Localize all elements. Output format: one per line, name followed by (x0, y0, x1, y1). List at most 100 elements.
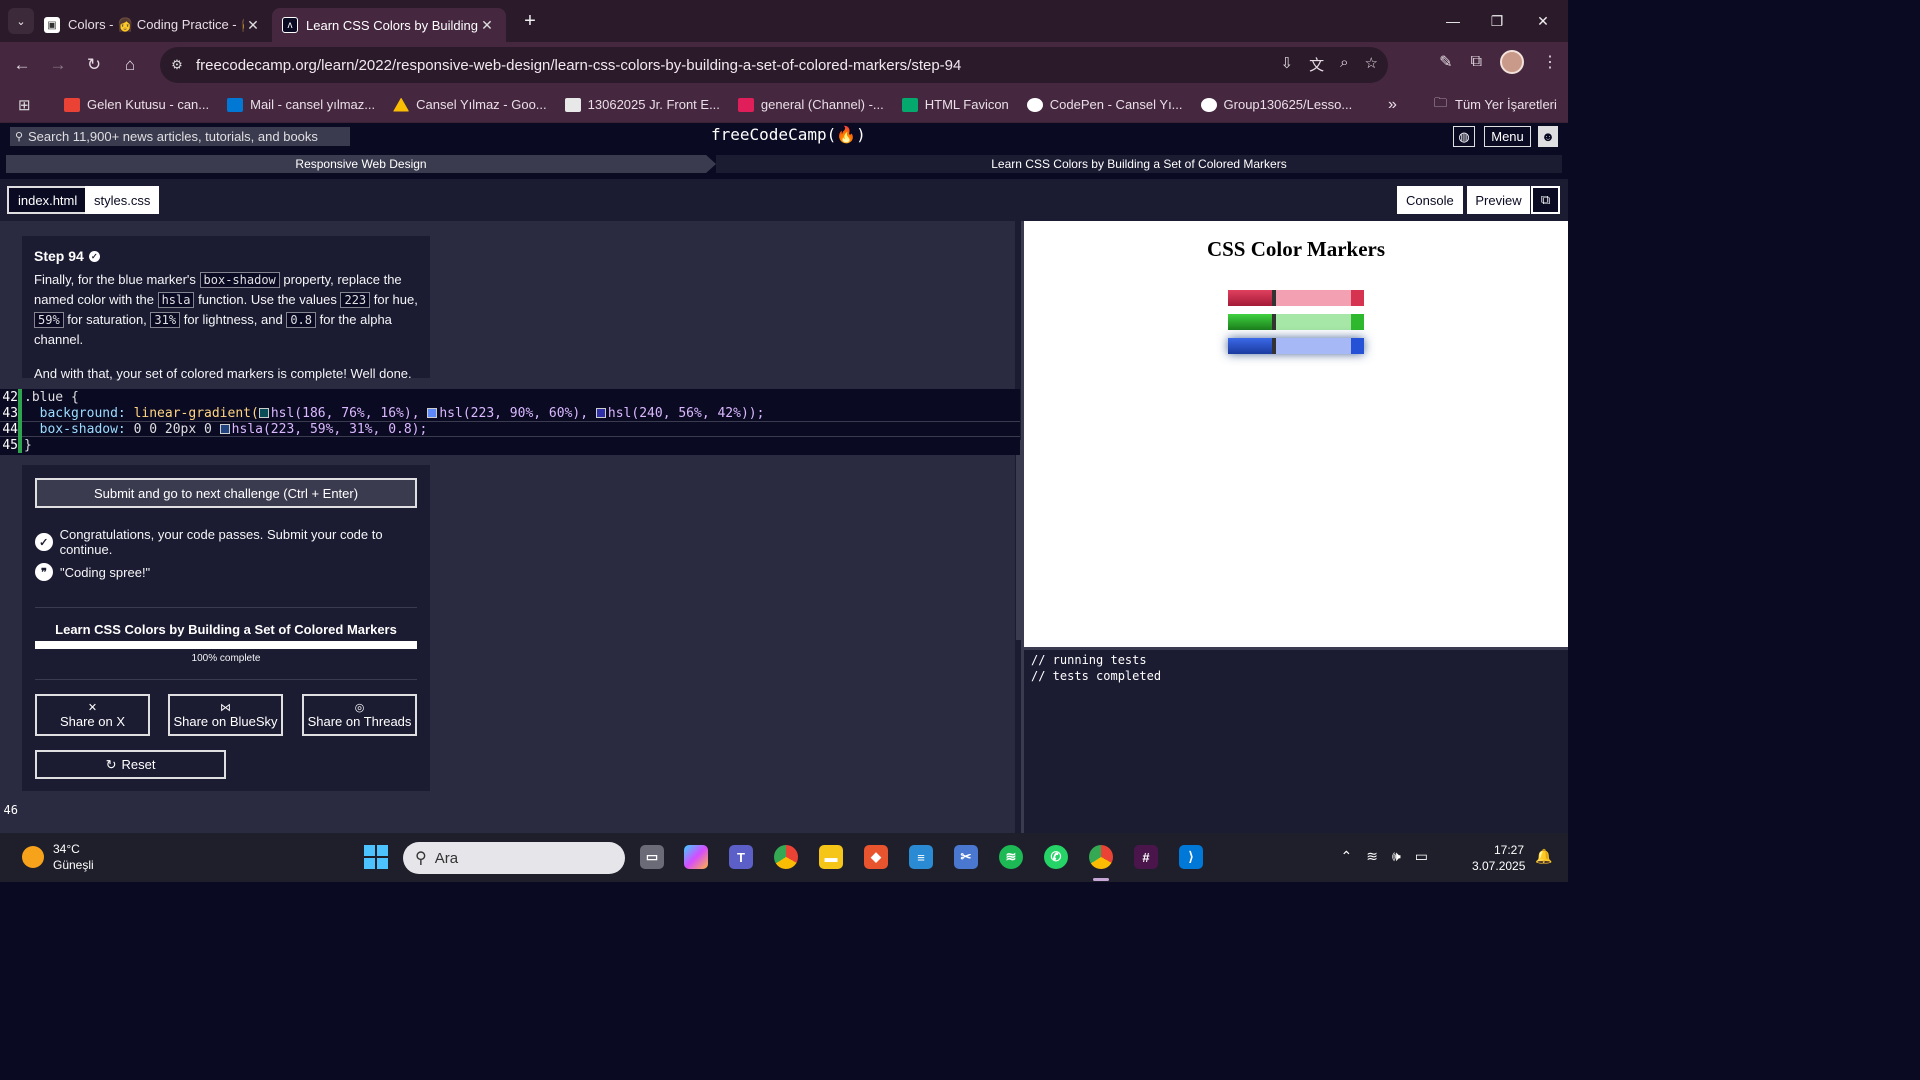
copilot-icon[interactable] (684, 845, 708, 869)
taskbar: 34°C Güneşli ⚲ Ara ▭ T ▬ ◆ ≡ ✂ ≋ ✆ # ⟩ ⌃ … (0, 833, 1568, 882)
tab-index-html[interactable]: index.html (7, 186, 89, 214)
snipping-tool-icon[interactable]: ✂ (954, 845, 978, 869)
minimize-icon[interactable]: — (1430, 0, 1476, 42)
bookmark-item[interactable]: Gelen Kutusu - can... (64, 97, 209, 112)
progress-bar (35, 641, 417, 649)
code-editor[interactable]: 42 .blue { 43 background: linear-gradien… (0, 389, 1020, 455)
task-view-icon[interactable]: ▭ (640, 845, 664, 869)
close-tab-icon[interactable]: ✕ (478, 17, 496, 34)
reload-icon[interactable]: ↻ (76, 47, 112, 83)
volume-icon[interactable]: 🕪 (1392, 848, 1401, 865)
progress-text: 100% complete (191, 653, 261, 664)
system-tray: ⌃ ≋ 🕪 ▭ (1340, 848, 1428, 865)
clock[interactable]: 17:27 3.07.2025 (1472, 842, 1526, 874)
vscode-icon[interactable]: ⟩ (1179, 845, 1203, 869)
slack-icon[interactable]: # (1134, 845, 1158, 869)
code-line[interactable]: 43 background: linear-gradient(hsl(186, … (0, 405, 1020, 421)
bookmark-item[interactable]: Group130625/Lesso... (1200, 97, 1352, 112)
file-explorer-icon[interactable]: ▬ (819, 845, 843, 869)
weather-widget[interactable]: 34°C Güneşli (22, 841, 94, 873)
battery-icon[interactable]: ▭ (1415, 848, 1428, 865)
omnibox[interactable]: ⚙ freecodecamp.org/learn/2022/responsive… (160, 47, 1388, 83)
restore-icon[interactable]: ❐ (1474, 0, 1520, 42)
bookmark-item[interactable]: HTML Favicon (901, 97, 1009, 112)
color-swatch[interactable] (427, 407, 438, 418)
zoom-icon[interactable]: ⌕ (1340, 54, 1348, 75)
reset-button[interactable]: ↻ Reset (35, 750, 226, 779)
code-line[interactable]: 42 .blue { (0, 389, 1020, 405)
chrome-icon[interactable] (774, 845, 798, 869)
color-swatch[interactable] (258, 407, 269, 418)
color-swatch[interactable] (219, 423, 230, 434)
whatsapp-icon[interactable]: ✆ (1044, 845, 1068, 869)
home-icon[interactable]: ⌂ (112, 47, 148, 83)
browser-tab-bar: ⌄ ▣ Colors - 👩 Coding Practice - 👩 ✕ ʌ L… (0, 0, 1568, 42)
extensions-icon[interactable]: ⧉ (1471, 53, 1482, 71)
start-button[interactable] (364, 845, 388, 869)
reset-icon: ↻ (105, 756, 117, 772)
filezilla-icon[interactable]: ◆ (864, 845, 888, 869)
color-swatch[interactable] (595, 407, 606, 418)
active-app-indicator (1093, 878, 1109, 881)
eyedropper-icon[interactable]: ✎ (1439, 52, 1452, 72)
all-bookmarks[interactable]: 🗀 Tüm Yer İşaretleri (1434, 94, 1557, 116)
share-bluesky-button[interactable]: ⋈ Share on BlueSky (168, 694, 283, 736)
wifi-icon[interactable]: ≋ (1366, 848, 1378, 865)
language-globe-icon[interactable]: ◍ (1453, 126, 1475, 147)
bookmark-item[interactable]: CodePen - Cansel Yı... (1026, 97, 1183, 112)
notifications-icon[interactable]: 🔔 (1535, 848, 1552, 865)
forward-icon[interactable]: → (40, 47, 76, 83)
site-info-icon[interactable]: ⚙ (166, 54, 188, 76)
breadcrumb-block[interactable]: Learn CSS Colors by Building a Set of Co… (716, 155, 1562, 173)
apps-grid-icon[interactable]: ⊞ (18, 96, 44, 114)
close-tab-icon[interactable]: ✕ (244, 17, 262, 34)
date: 3.07.2025 (1472, 859, 1526, 873)
bookmark-item[interactable]: general (Channel) -... (737, 97, 884, 112)
chrome-profile-icon[interactable] (1089, 845, 1113, 869)
submit-button[interactable]: Submit and go to next challenge (Ctrl + … (35, 478, 417, 508)
console-line: // tests completed (1031, 669, 1162, 683)
popout-preview-icon[interactable]: ⧉ (1531, 186, 1560, 214)
translate-icon[interactable]: 文 (1309, 54, 1324, 75)
teams-icon[interactable]: T (729, 845, 753, 869)
bookmark-item[interactable]: Mail - cansel yılmaz... (227, 97, 375, 112)
search-placeholder: Ara (434, 849, 459, 867)
fcc-search-input[interactable]: ⚲ Search 11,900+ news articles, tutorial… (10, 127, 350, 146)
user-avatar[interactable]: ☻ (1538, 126, 1558, 147)
share-x-button[interactable]: ✕ Share on X (35, 694, 150, 736)
install-app-icon[interactable]: ⇩ (1281, 54, 1294, 75)
tab-styles-css[interactable]: styles.css (85, 186, 160, 214)
url-text[interactable]: freecodecamp.org/learn/2022/responsive-w… (196, 57, 961, 74)
editor-toolbar: index.html styles.css Console Preview ⧉ (0, 179, 1568, 221)
bluesky-butterfly-icon: ⋈ (220, 701, 231, 714)
divider (35, 679, 417, 680)
menu-button[interactable]: Menu (1484, 126, 1531, 147)
tab-search-dropdown-icon[interactable]: ⌄ (8, 8, 34, 34)
spotify-icon[interactable]: ≋ (999, 845, 1023, 869)
preview-button[interactable]: Preview (1467, 186, 1530, 214)
back-icon[interactable]: ← (4, 47, 40, 83)
more-bookmarks-icon[interactable]: » (1388, 96, 1397, 114)
console-button[interactable]: Console (1397, 186, 1463, 214)
share-threads-button[interactable]: ◎ Share on Threads (302, 694, 417, 736)
instructions-text: Finally, for the blue marker's box-shado… (34, 272, 418, 347)
browser-tab-colors[interactable]: ▣ Colors - 👩 Coding Practice - 👩 ✕ (34, 8, 272, 42)
bookmark-star-icon[interactable]: ☆ (1365, 54, 1378, 75)
code-line-active[interactable]: 44 box-shadow: 0 0 20px 0 hsla(223, 59%,… (0, 421, 1020, 437)
window-close-icon[interactable]: ✕ (1520, 0, 1566, 42)
code-line[interactable]: 45 } (0, 437, 1020, 453)
instructions-closing: And with that, your set of colored marke… (34, 366, 412, 381)
more-menu-icon[interactable]: ⋮ (1542, 52, 1558, 72)
new-tab-icon[interactable]: + (516, 7, 544, 35)
show-hidden-icons-icon[interactable]: ⌃ (1340, 848, 1352, 865)
breadcrumb-superblock[interactable]: Responsive Web Design (6, 155, 716, 173)
breadcrumb: Responsive Web Design Learn CSS Colors b… (6, 155, 1562, 173)
line-number: 46 (3, 803, 18, 817)
profile-avatar[interactable] (1500, 50, 1524, 74)
browser-tab-fcc[interactable]: ʌ Learn CSS Colors by Building a ✕ (272, 8, 506, 42)
taskbar-search[interactable]: ⚲ Ara (403, 842, 625, 874)
fcc-logo[interactable]: freeCodeCamp(🔥) (711, 125, 866, 144)
bookmark-item[interactable]: Cansel Yılmaz - Goo... (393, 97, 547, 112)
notepad-icon[interactable]: ≡ (909, 845, 933, 869)
bookmark-item[interactable]: 13062025 Jr. Front E... (564, 97, 720, 112)
